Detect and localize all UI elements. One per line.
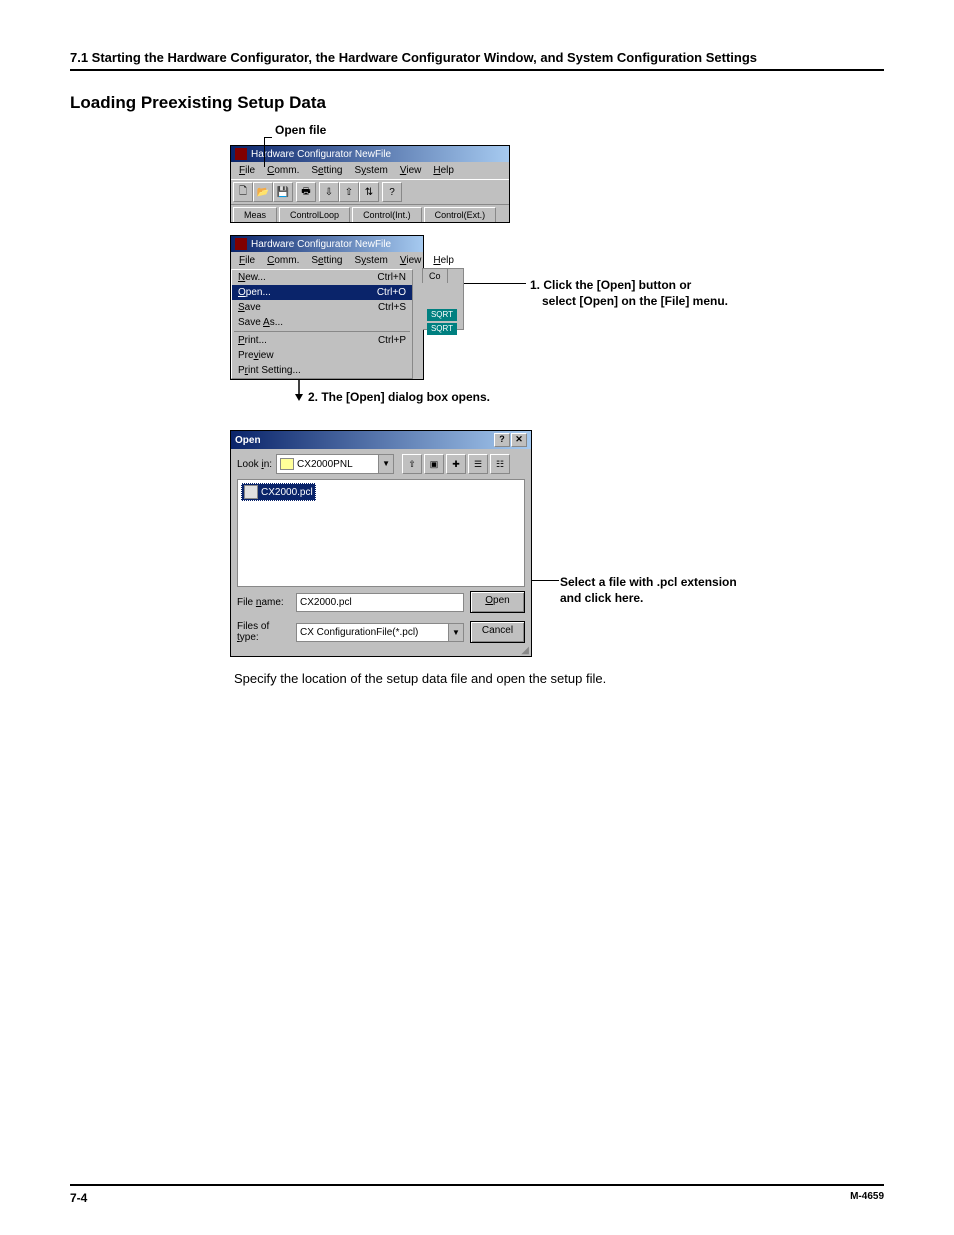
menu-view[interactable]: View <box>394 164 428 177</box>
menu-item-save[interactable]: SaveCtrl+S <box>232 300 412 315</box>
files-of-type-label: Files of type: <box>237 621 290 643</box>
nav-details-icon[interactable]: ☷ <box>490 454 510 474</box>
menu-system[interactable]: System <box>349 164 394 177</box>
combo-dropdown-icon[interactable]: ▼ <box>378 455 393 473</box>
resize-grip-icon[interactable]: ◢ <box>231 647 531 656</box>
dialog-title: Open <box>235 435 261 446</box>
file-item-label: CX2000.pcl <box>261 487 313 498</box>
look-in-label: Look in: <box>237 459 272 470</box>
toolbar-print-icon[interactable]: 🖶 <box>296 182 316 202</box>
file-item-selected[interactable]: CX2000.pcl <box>241 483 316 501</box>
sqrt-box1: SQRT <box>427 309 457 321</box>
menu-file[interactable]: File <box>233 164 261 177</box>
menu-setting2[interactable]: Setting <box>305 254 348 267</box>
menu-setting[interactable]: Setting <box>305 164 348 177</box>
menu-item-new[interactable]: New...Ctrl+N <box>232 270 412 285</box>
nav-desktop-icon[interactable]: ▣ <box>424 454 444 474</box>
menu-comm[interactable]: Comm. <box>261 164 305 177</box>
files-of-type-combo[interactable]: CX ConfigurationFile(*.pcl) ▼ <box>296 623 464 642</box>
callout-step1: 1. Click the [Open] button or select [Op… <box>530 277 728 309</box>
window-background-stub: Co SQRT SQRT <box>423 268 464 330</box>
menu-help2[interactable]: Help <box>427 254 460 267</box>
toolbar-save-icon[interactable]: 💾 <box>273 182 293 202</box>
dialog-toprow: Look in: CX2000PNL ▼ ⇧ ▣ ✚ ☰ ☷ <box>231 449 531 479</box>
page-header: 7.1 Starting the Hardware Configurator, … <box>70 50 884 71</box>
cancel-button[interactable]: Cancel <box>470 621 525 643</box>
app-icon <box>235 148 247 160</box>
menu-system2[interactable]: System <box>349 254 394 267</box>
app-title2: Hardware Configurator NewFile <box>251 239 391 250</box>
menubar: File Comm. Setting System View Help <box>231 162 509 179</box>
callout-step2: 2. The [Open] dialog box opens. <box>308 390 490 404</box>
toolbar-recv-icon[interactable]: ⇩ <box>319 182 339 202</box>
dialog-titlebar: Open ? ✕ <box>231 431 531 449</box>
nav-newfolder-icon[interactable]: ✚ <box>446 454 466 474</box>
menu-view2[interactable]: View <box>394 254 428 267</box>
open-dialog: Open ? ✕ Look in: CX2000PNL ▼ ⇧ ▣ ✚ ☰ <box>230 430 532 657</box>
menu-item-print[interactable]: Print...Ctrl+P <box>232 333 412 348</box>
app-title: Hardware Configurator NewFile <box>251 149 391 160</box>
open-button[interactable]: Open <box>470 591 525 613</box>
tab-control-ext[interactable]: Control(Ext.) <box>424 207 497 222</box>
doc-id: M-4659 <box>850 1191 884 1205</box>
menu-item-printsetting[interactable]: Print Setting... <box>232 363 412 378</box>
app-icon2 <box>235 238 247 250</box>
callout3-line <box>531 580 559 581</box>
tabs: Meas ControlLoop Control(Int.) Control(E… <box>231 205 509 222</box>
file-list[interactable]: CX2000.pcl <box>237 479 525 587</box>
figure-caption: Specify the location of the setup data f… <box>234 671 884 686</box>
callout-open-file: Open file <box>275 123 326 137</box>
menu-item-preview[interactable]: Preview <box>232 348 412 363</box>
page-footer: 7-4 M-4659 <box>70 1184 884 1205</box>
folder-icon <box>280 458 294 470</box>
page-number: 7-4 <box>70 1191 87 1205</box>
toolbar-open-icon[interactable]: 📂 <box>253 182 273 202</box>
titlebar2: Hardware Configurator NewFile <box>231 236 423 252</box>
filetype-dropdown-icon[interactable]: ▼ <box>448 624 463 641</box>
file-menu-dropdown: New...Ctrl+N Open...Ctrl+O SaveCtrl+S Sa… <box>231 269 413 379</box>
file-name-label: File name: <box>237 597 290 608</box>
toolbar-help-icon[interactable]: ? <box>382 182 402 202</box>
nav-list-icon[interactable]: ☰ <box>468 454 488 474</box>
menu-comm2[interactable]: Comm. <box>261 254 305 267</box>
tab-controlloop[interactable]: ControlLoop <box>279 207 350 222</box>
file-name-input[interactable]: CX2000.pcl <box>296 593 464 612</box>
tab-meas[interactable]: Meas <box>233 207 277 222</box>
callout-line <box>264 137 265 167</box>
toolbar: 🗋 📂 💾 🖶 ⇩ ⇧ ⇅ ? <box>231 179 509 205</box>
toolbar-send-icon[interactable]: ⇧ <box>339 182 359 202</box>
sqrt-box2: SQRT <box>427 323 457 335</box>
callout-step3: Select a file with .pcl extension and cl… <box>560 574 737 606</box>
file-icon <box>244 485 258 499</box>
menu-file2[interactable]: File <box>233 254 261 267</box>
toolbar-sync-icon[interactable]: ⇅ <box>359 182 379 202</box>
look-in-combo[interactable]: CX2000PNL ▼ <box>276 454 394 474</box>
dialog-help-button[interactable]: ? <box>494 433 510 447</box>
callout-tick <box>264 137 272 138</box>
tab-control-int[interactable]: Control(Int.) <box>352 207 422 222</box>
app-window-filemenu: Hardware Configurator NewFile File Comm.… <box>230 235 424 380</box>
dialog-nav-buttons: ⇧ ▣ ✚ ☰ ☷ <box>402 454 510 474</box>
dialog-filename-row: File name: CX2000.pcl Open <box>231 587 531 617</box>
dialog-close-button[interactable]: ✕ <box>511 433 527 447</box>
dialog-filetype-row: Files of type: CX ConfigurationFile(*.pc… <box>231 617 531 647</box>
titlebar: Hardware Configurator NewFile <box>231 146 509 162</box>
toolbar-new-icon[interactable]: 🗋 <box>233 182 253 202</box>
tab-stub-co: Co <box>422 268 448 283</box>
file-name-value: CX2000.pcl <box>300 597 352 608</box>
nav-up-icon[interactable]: ⇧ <box>402 454 422 474</box>
files-of-type-value: CX ConfigurationFile(*.pcl) <box>300 627 418 638</box>
look-in-value: CX2000PNL <box>297 459 353 470</box>
figure-block: Open file Hardware Configurator NewFile … <box>230 125 810 657</box>
app-window-toolbar: Hardware Configurator NewFile File Comm.… <box>230 145 510 223</box>
section-title: Loading Preexisting Setup Data <box>70 93 884 113</box>
menubar2: File Comm. Setting System View Help <box>231 252 423 269</box>
menu-divider <box>234 331 410 332</box>
menu-help[interactable]: Help <box>427 164 460 177</box>
menu-item-saveas[interactable]: Save As... <box>232 315 412 330</box>
menu-item-open[interactable]: Open...Ctrl+O <box>232 285 412 300</box>
